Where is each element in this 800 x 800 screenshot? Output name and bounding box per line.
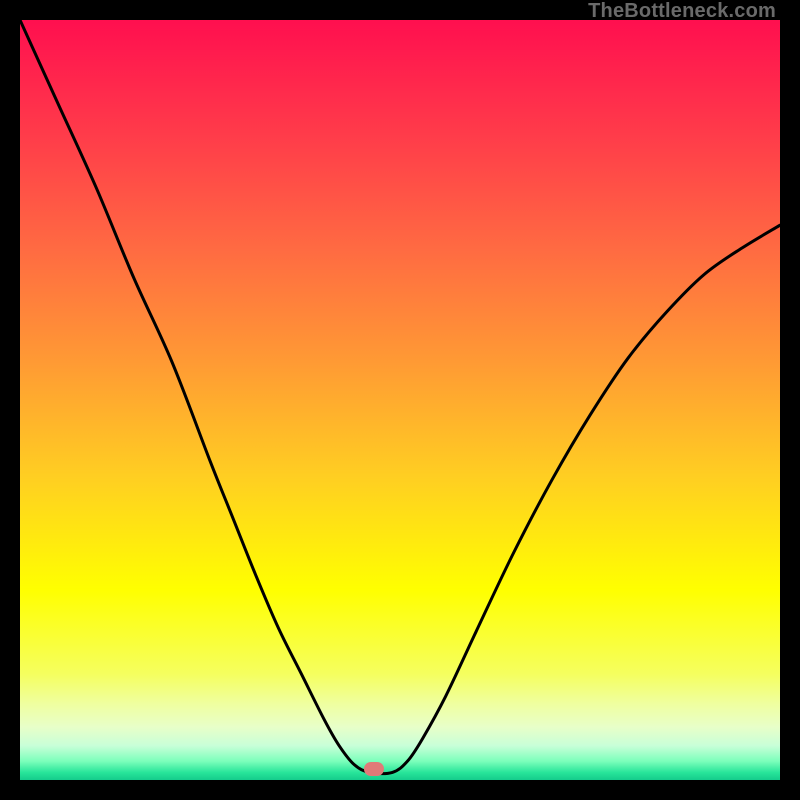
optimal-point-marker — [364, 762, 384, 776]
plot-area — [20, 20, 780, 780]
chart-frame: TheBottleneck.com — [0, 0, 800, 800]
bottleneck-curve — [20, 20, 780, 780]
